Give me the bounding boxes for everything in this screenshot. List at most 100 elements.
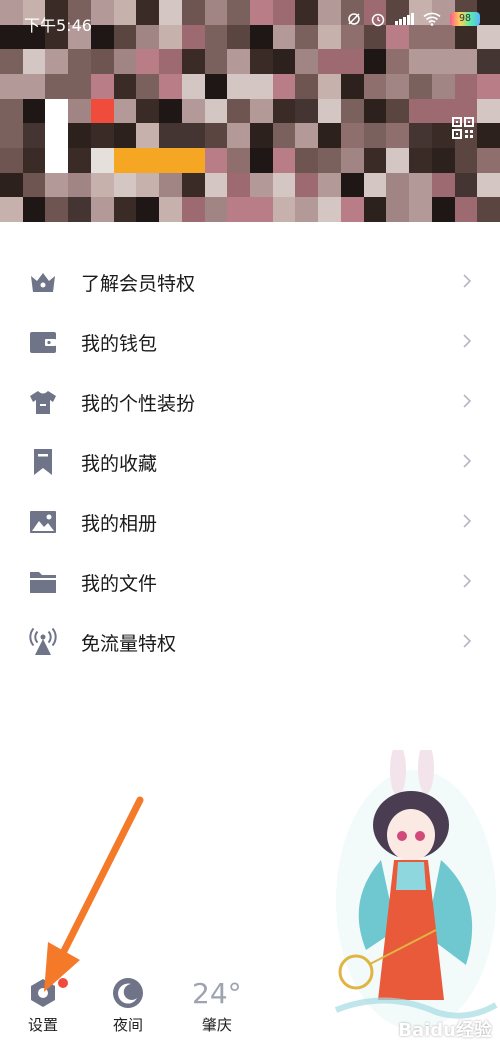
mosaic-pixel [272,98,296,124]
menu-item-label: 我的个性装扮 [81,393,196,415]
mosaic-pixel [45,98,69,124]
mosaic-pixel [340,73,364,99]
mosaic-pixel [181,49,205,74]
mosaic-pixel [136,147,160,173]
menu-item-album[interactable]: 我的相册 [0,492,500,552]
mosaic-pixel [159,73,182,99]
photo-icon [30,511,56,533]
mosaic-pixel [90,123,114,148]
mosaic-pixel [477,123,500,148]
mosaic-pixel [386,197,410,222]
mosaic-pixel [386,172,410,198]
mosaic-pixel [68,172,91,198]
mosaic-pixel [272,197,296,222]
mosaic-pixel [159,197,182,222]
mosaic-pixel [136,172,160,198]
mosaic-pixel [295,123,319,148]
status-time: 下午5:46 [24,16,92,35]
mosaic-pixel [90,49,114,74]
weather-widget[interactable]: 24° 肇庆 [192,978,242,1035]
mosaic-pixel [363,49,387,74]
mosaic-pixel [295,49,319,74]
mosaic-pixel [340,197,364,222]
menu-item-label: 我的相册 [81,513,158,535]
mosaic-pixel [22,197,46,222]
mosaic-pixel [272,123,296,148]
mosaic-pixel [386,73,410,99]
mosaic-pixel [136,73,160,99]
night-mode-button[interactable]: 夜间 [111,976,145,1035]
mosaic-pixel [68,147,91,173]
mosaic-pixel [318,172,341,198]
qr-code-icon[interactable] [452,117,474,139]
menu-item-files[interactable]: 我的文件 [0,552,500,612]
mosaic-pixel [45,49,69,74]
mosaic-pixel [0,123,23,148]
menu-item-free-data[interactable]: 免流量特权 [0,612,500,672]
mosaic-pixel [227,73,250,99]
mosaic-pixel [22,73,46,99]
mosaic-pixel [409,197,432,222]
mosaic-pixel [386,98,410,124]
mosaic-pixel [454,73,478,99]
mosaic-pixel [409,49,432,74]
status-bar: 下午5:46 98 [0,0,500,44]
mosaic-pixel [68,197,91,222]
shirt-icon [30,391,56,414]
mosaic-pixel [22,98,46,124]
mosaic-pixel [249,73,273,99]
mosaic-pixel [363,123,387,148]
mosaic-pixel [45,73,69,99]
menu-item-vip-privileges[interactable]: 了解会员特权 [0,252,500,312]
mosaic-pixel [0,73,23,99]
mosaic-pixel [136,98,160,124]
mosaic-pixel [0,98,23,124]
profile-header[interactable]: 下午5:46 98 [0,0,500,222]
mosaic-pixel [454,147,478,173]
menu-item-label: 我的文件 [81,573,158,595]
mosaic-pixel [90,197,114,222]
mosaic-pixel [227,172,250,198]
mosaic-pixel [249,147,273,173]
mosaic-pixel [22,49,46,74]
mosaic-pixel [0,49,23,74]
mosaic-pixel [227,123,250,148]
mosaic-pixel [386,49,410,74]
mosaic-pixel [340,123,364,148]
mosaic-pixel [159,98,182,124]
mosaic-pixel [477,73,500,99]
mosaic-pixel [45,123,69,148]
mosaic-pixel [295,73,319,99]
mosaic-pixel [90,98,114,124]
folder-icon [30,572,56,593]
menu-item-personalization[interactable]: 我的个性装扮 [0,372,500,432]
mosaic-pixel [113,49,137,74]
alarm-icon [371,13,385,27]
settings-button[interactable]: 设置 [26,976,68,1035]
weather-temperature: 24° [192,977,242,1010]
menu-item-label: 免流量特权 [81,633,177,655]
mosaic-pixel [181,98,205,124]
mosaic-pixel [68,49,91,74]
wifi-icon [423,12,441,26]
mosaic-pixel [340,98,364,124]
mosaic-pixel [477,147,500,173]
chevron-right-icon [463,574,472,588]
chevron-right-icon [463,634,472,648]
mosaic-pixel [318,123,341,148]
mosaic-pixel [0,172,23,198]
crown-icon [31,273,55,292]
notification-dot [58,978,68,988]
chevron-right-icon [463,334,472,348]
mosaic-pixel [90,73,114,99]
menu-item-favorites[interactable]: 我的收藏 [0,432,500,492]
mosaic-pixel [90,172,114,198]
mosaic-pixel [136,197,160,222]
night-mode-label: 夜间 [112,1016,143,1034]
chevron-right-icon [463,274,472,288]
mosaic-pixel [454,172,478,198]
weather-city: 肇庆 [201,1016,232,1034]
menu-item-wallet[interactable]: 我的钱包 [0,312,500,372]
mosaic-pixel [45,147,69,173]
mosaic-pixel [204,147,228,173]
